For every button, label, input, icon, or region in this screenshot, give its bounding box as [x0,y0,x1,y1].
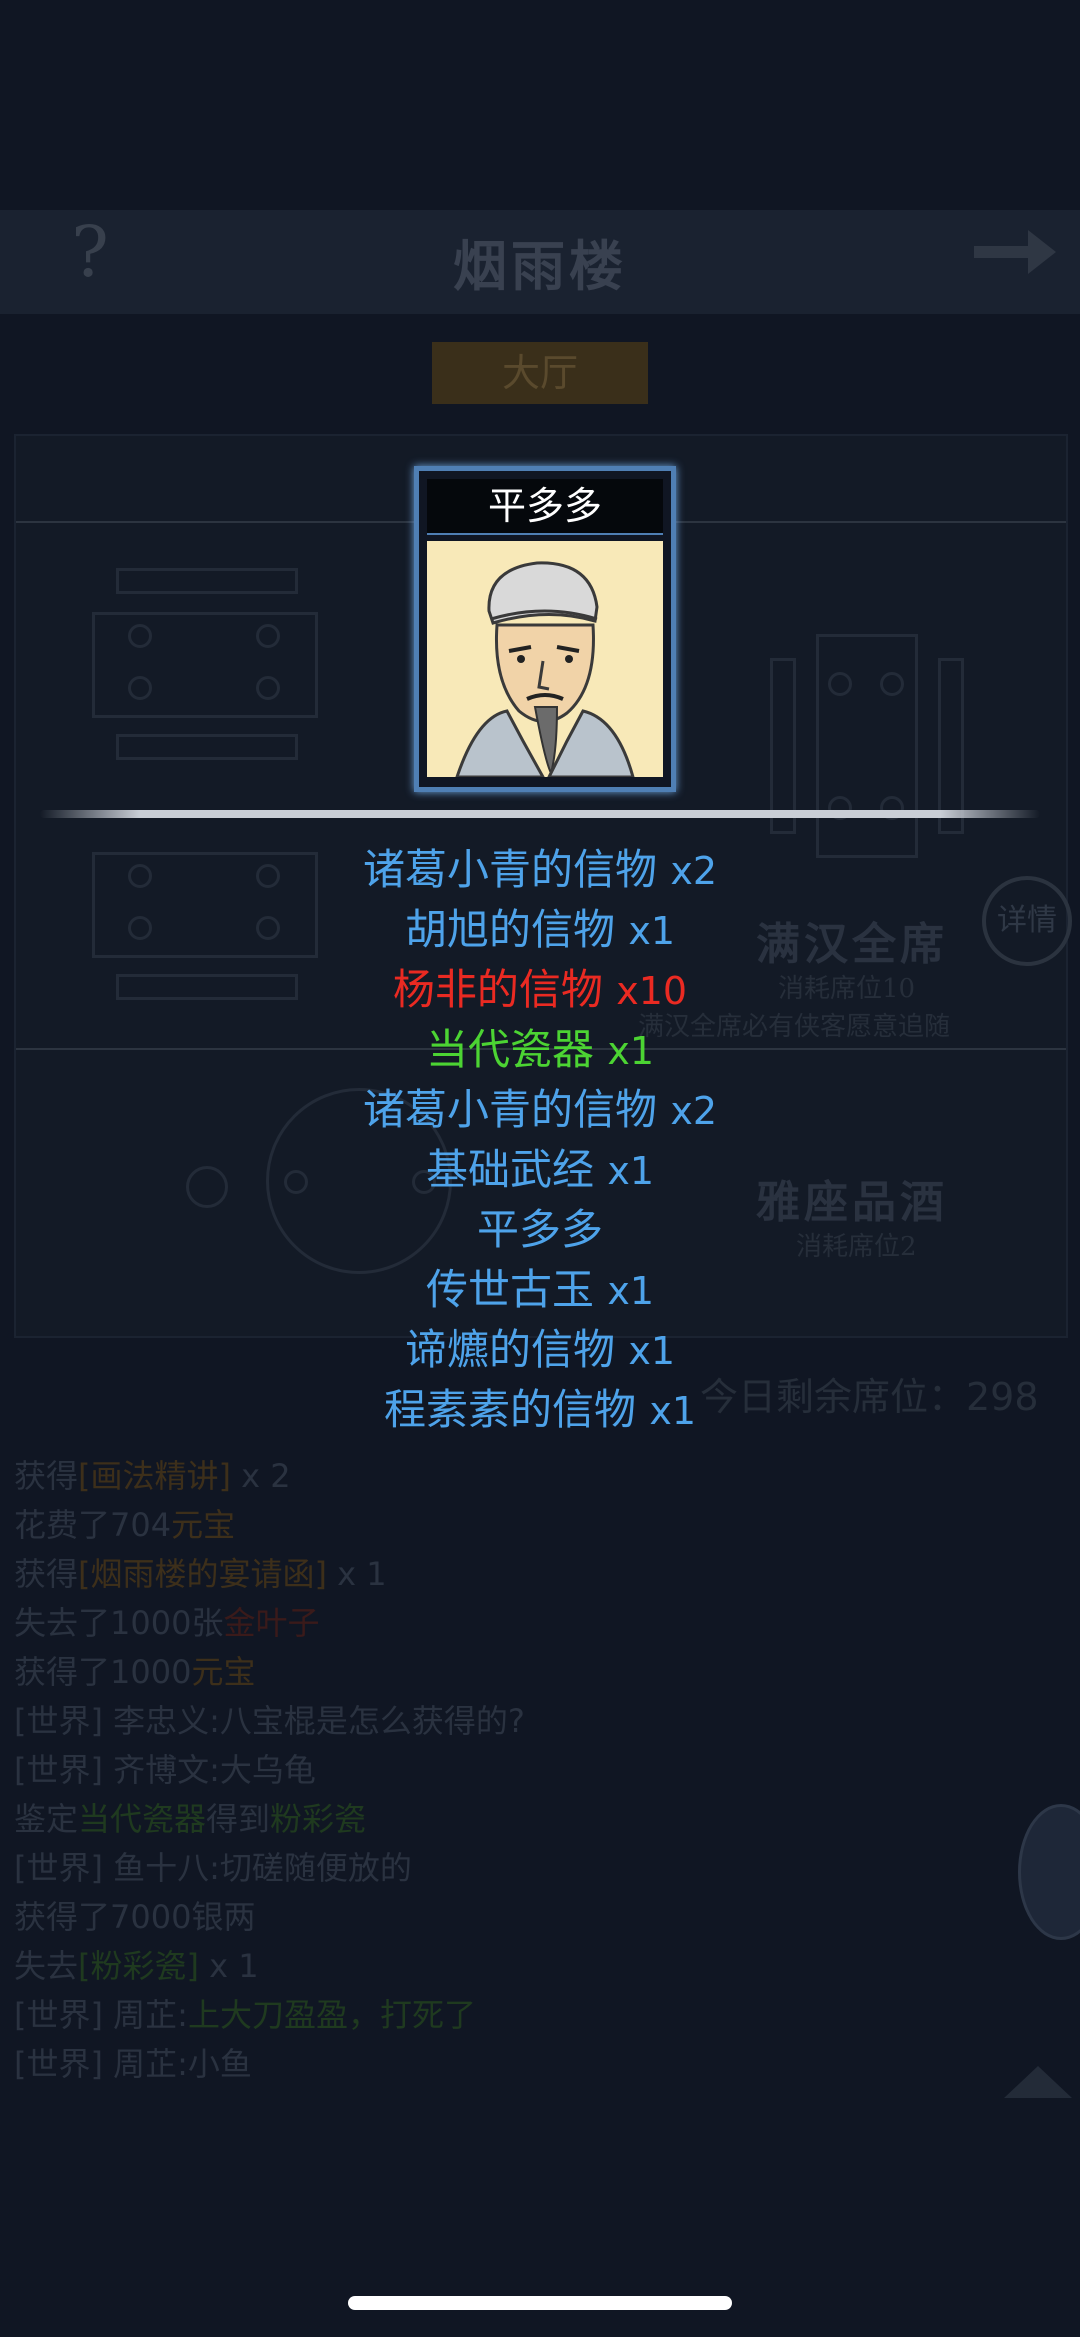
home-indicator[interactable] [348,2296,732,2310]
reward-name: 当代瓷器 [425,1025,594,1074]
log-text: [世界] 齐博文:大乌龟 [14,1751,316,1789]
reward-item: 当代瓷器 x1 [0,1020,1080,1080]
scroll-up-icon[interactable] [1004,2066,1072,2098]
tab-hall[interactable]: 大厅 [432,342,648,404]
bench [116,568,298,594]
log-line: 获得了7000银两 [14,1893,1014,1942]
page-title: 烟雨楼 [453,234,627,298]
bench [770,658,796,834]
seat [256,624,280,648]
log-text: [世界] 周芷: [14,1996,188,2034]
log-text: 花费了704 [14,1506,172,1544]
log-text: 失去了1000张 [14,1604,224,1642]
table[interactable] [816,634,918,858]
seat [880,672,904,696]
log-line: 鉴定当代瓷器得到粉彩瓷 [14,1795,1014,1844]
log-line: 花费了704元宝 [14,1501,1014,1550]
table[interactable] [92,612,318,718]
seat [128,624,152,648]
log-text: 失去 [14,1947,79,1985]
log-text: [世界] 鱼十八:切磋随便放的 [14,1849,412,1887]
reward-name: 基础武经 [425,1145,594,1194]
log-text: 元宝 [191,1653,256,1691]
log-text: [粉彩瓷] [78,1947,199,1985]
log-text: 得到 [206,1800,271,1838]
reward-item: 程素素的信物 x1 [0,1380,1080,1440]
log-text: 鉴定 [14,1800,79,1838]
log-text: 元宝 [171,1506,236,1544]
reward-qty: x1 [607,1269,655,1313]
reward-qty: x1 [649,1389,697,1433]
log-text: [烟雨楼的宴请函] [78,1555,327,1593]
reward-qty: x10 [616,969,688,1013]
log-line: [世界] 周芷:小鱼 [14,2040,1014,2089]
log-text: [世界] 周芷:小鱼 [14,2045,252,2083]
reward-name: 程素素的信物 [383,1385,636,1434]
log-text: 获得了7000银两 [14,1898,256,1936]
reward-list: 诸葛小青的信物 x2 胡旭的信物 x1 杨非的信物 x10 当代瓷器 x1 诸葛小青的信… [0,840,1080,1440]
bench [938,658,964,834]
log-text: [世界] 李忠义:八宝棍是怎么获得的? [14,1702,525,1740]
reward-name: 诸葛小青的信物 [362,1085,657,1134]
hero-card: 平多多 [414,466,676,792]
log-text: 获得 [14,1457,79,1495]
log-text: 当代瓷器 [78,1800,207,1838]
avatar[interactable] [1018,1804,1080,1940]
log-text: 上大刀盈盈，打死了 [187,1996,476,2034]
log-line: [世界] 李忠义:八宝棍是怎么获得的? [14,1697,1014,1746]
reward-qty: x2 [670,1089,718,1133]
seat [128,676,152,700]
log-line: 获得了1000元宝 [14,1648,1014,1697]
hero-name: 平多多 [427,479,663,535]
log-text: 获得了1000 [14,1653,192,1691]
log-line: [世界] 周芷:上大刀盈盈，打死了 [14,1991,1014,2040]
log-text: 金叶子 [223,1604,320,1642]
log-line: [世界] 齐博文:大乌龟 [14,1746,1014,1795]
log-text: x 1 [199,1947,259,1985]
bench [116,734,298,760]
reward-qty: x1 [607,1149,655,1193]
reward-item: 杨非的信物 x10 [0,960,1080,1020]
seat [256,676,280,700]
log-line: 失去了1000张金叶子 [14,1599,1014,1648]
log-text: 获得 [14,1555,79,1593]
log-line: 获得[画法精讲] x 2 [14,1452,1014,1501]
hero-portrait-icon [427,541,663,777]
arrow-right-icon[interactable] [970,222,1060,282]
log-text: 粉彩瓷 [270,1800,367,1838]
reward-name: 诸葛小青的信物 [362,845,657,894]
reward-item: 平多多 [0,1200,1080,1260]
reward-name: 平多多 [476,1205,603,1254]
log-line: [世界] 鱼十八:切磋随便放的 [14,1844,1014,1893]
log-line: 失去[粉彩瓷] x 1 [14,1942,1014,1991]
log-text: x 1 [327,1555,387,1593]
reward-name: 传世古玉 [425,1265,594,1314]
reward-name: 杨非的信物 [392,965,603,1014]
reward-name: 胡旭的信物 [404,905,615,954]
reward-qty: x1 [628,1329,676,1373]
divider [40,810,1040,818]
reward-qty: x2 [670,849,718,893]
reward-qty: x1 [607,1029,655,1073]
log-text: x 2 [231,1457,291,1495]
seat [828,672,852,696]
log-text: [画法精讲] [78,1457,231,1495]
reward-item: 谛爊的信物 x1 [0,1320,1080,1380]
reward-item: 传世古玉 x1 [0,1260,1080,1320]
reward-item: 诸葛小青的信物 x2 [0,840,1080,900]
reward-item: 诸葛小青的信物 x2 [0,1080,1080,1140]
reward-item: 基础武经 x1 [0,1140,1080,1200]
log-line: 获得[烟雨楼的宴请函] x 1 [14,1550,1014,1599]
reward-qty: x1 [628,909,676,953]
reward-name: 谛爊的信物 [404,1325,615,1374]
chat-log[interactable]: 获得[画法精讲] x 2 花费了704元宝 获得[烟雨楼的宴请函] x 1 失去了10… [14,1452,1014,2089]
reward-item: 胡旭的信物 x1 [0,900,1080,960]
